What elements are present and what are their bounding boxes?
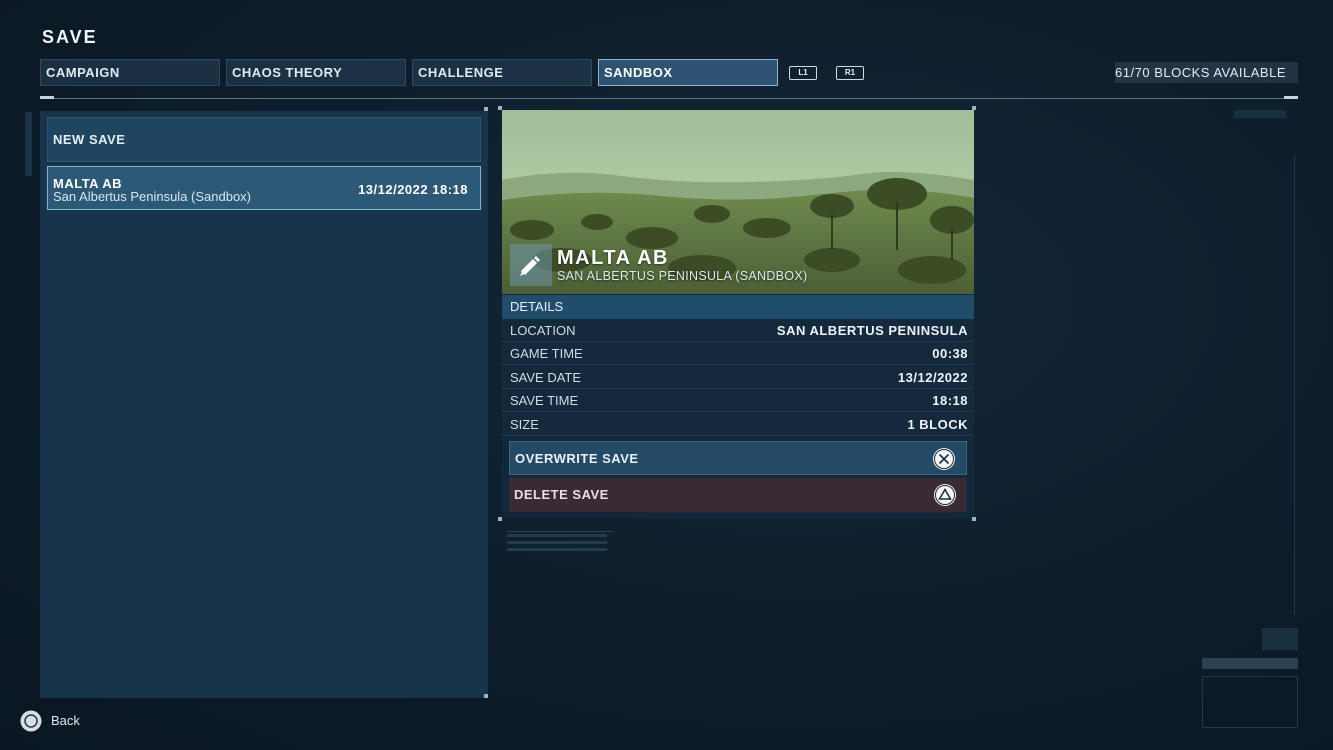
preview-save-subtitle: SAN ALBERTUS PENINSULA (SANDBOX) bbox=[557, 269, 808, 283]
tab-campaign[interactable]: CAMPAIGN bbox=[40, 59, 220, 86]
detail-key: GAME TIME bbox=[510, 346, 583, 361]
tab-challenge[interactable]: CHALLENGE bbox=[412, 59, 592, 86]
detail-value: 1 BLOCK bbox=[907, 417, 968, 432]
new-save-button[interactable]: NEW SAVE bbox=[47, 117, 481, 162]
save-slot-item[interactable]: MALTA AB San Albertus Peninsula (Sandbox… bbox=[47, 166, 481, 210]
save-slot-location: San Albertus Peninsula (Sandbox) bbox=[53, 189, 252, 204]
hud-decoration-panel bbox=[1262, 628, 1298, 650]
detail-row-save-date: SAVE DATE 13/12/2022 bbox=[502, 366, 974, 389]
save-slot-datetime: 13/12/2022 18:18 bbox=[358, 182, 468, 197]
panel-corner bbox=[484, 107, 488, 111]
hud-decoration-side bbox=[25, 112, 32, 176]
divider-cap-right bbox=[1284, 96, 1298, 99]
detail-value: 13/12/2022 bbox=[897, 370, 968, 385]
blocks-available-label: 61/70 BLOCKS AVAILABLE bbox=[1115, 62, 1298, 83]
hud-decoration-box bbox=[1202, 676, 1298, 728]
detail-row-size: SIZE 1 BLOCK bbox=[502, 413, 974, 436]
cross-button-icon bbox=[932, 447, 956, 471]
hud-decoration-tag bbox=[1234, 110, 1286, 118]
detail-key: SAVE TIME bbox=[510, 393, 579, 408]
panel-corner bbox=[498, 517, 502, 521]
details-header: DETAILS bbox=[502, 295, 974, 319]
detail-row-save-time: SAVE TIME 18:18 bbox=[502, 389, 974, 412]
hud-decoration-line bbox=[1294, 155, 1295, 615]
delete-save-label: DELETE SAVE bbox=[514, 487, 609, 502]
panel-corner bbox=[972, 517, 976, 521]
hud-decoration-bar bbox=[1202, 658, 1298, 669]
tab-sandbox[interactable]: SANDBOX bbox=[598, 59, 778, 86]
sandbox-pen-icon bbox=[510, 244, 552, 286]
detail-row-game-time: GAME TIME 00:38 bbox=[502, 342, 974, 365]
r1-shoulder-button[interactable]: R1 bbox=[836, 66, 864, 80]
detail-value: SAN ALBERTUS PENINSULA bbox=[776, 323, 968, 338]
detail-key: SIZE bbox=[510, 417, 539, 432]
decorative-data-table bbox=[507, 531, 613, 551]
divider-cap-left bbox=[40, 96, 54, 99]
l1-shoulder-button[interactable]: L1 bbox=[789, 66, 817, 80]
page-title: SAVE bbox=[42, 27, 98, 47]
detail-key: SAVE DATE bbox=[510, 370, 582, 385]
preview-save-name: MALTA AB bbox=[557, 247, 669, 269]
detail-key: LOCATION bbox=[510, 323, 576, 338]
tab-chaos-theory[interactable]: CHAOS THEORY bbox=[226, 59, 406, 86]
header-divider bbox=[40, 98, 1298, 99]
circle-button-icon[interactable] bbox=[20, 710, 42, 732]
overwrite-save-button[interactable]: OVERWRITE SAVE bbox=[509, 441, 967, 475]
panel-corner bbox=[484, 694, 488, 698]
delete-save-button[interactable]: DELETE SAVE bbox=[509, 478, 967, 512]
detail-row-location: LOCATION SAN ALBERTUS PENINSULA bbox=[502, 319, 974, 342]
detail-value: 00:38 bbox=[932, 346, 968, 361]
back-button[interactable]: Back bbox=[51, 713, 80, 728]
triangle-button-icon bbox=[933, 483, 957, 507]
detail-value: 18:18 bbox=[932, 393, 968, 408]
overwrite-save-label: OVERWRITE SAVE bbox=[515, 451, 639, 466]
